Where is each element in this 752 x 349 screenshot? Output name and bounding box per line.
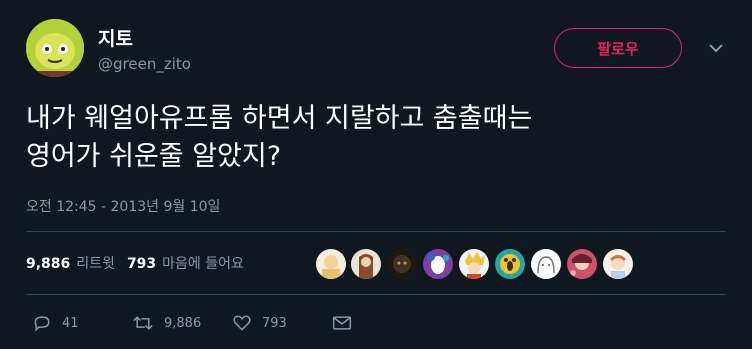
retweet-count[interactable]: 9,886 [26,256,70,272]
liker-avatar[interactable] [423,249,453,279]
chevron-down-icon[interactable] [706,40,726,56]
retweet-button[interactable]: 9,886 [132,313,232,333]
liker-avatar[interactable] [387,249,417,279]
like-action-count: 793 [262,315,287,331]
liker-avatar[interactable] [567,249,597,279]
tweet-text-line: 내가 웨얼아유프롬 하면서 지랄하고 춤출때는 [26,103,533,134]
avatar[interactable] [26,19,84,77]
liker-avatar[interactable] [351,249,381,279]
follow-button-label: 팔로우 [597,39,639,58]
retweet-icon [133,316,153,330]
follow-button[interactable]: 팔로우 [554,28,682,68]
tweet-actions: 41 9,886 793 [32,313,362,333]
like-label[interactable]: 마음에 들어요 [162,253,244,273]
like-count[interactable]: 793 [127,256,156,272]
like-button[interactable]: 793 [232,313,332,333]
retweet-label[interactable]: 리트윗 [76,253,115,273]
message-button[interactable] [332,314,362,332]
tweet-text: 내가 웨얼아유프롬 하면서 지랄하고 춤출때는 영어가 쉬운줄 알았지? [26,100,736,176]
liker-avatar[interactable] [459,249,489,279]
envelope-icon [332,316,352,330]
tweet-text-line: 영어가 쉬운줄 알았지? [26,141,282,172]
divider [26,294,726,295]
display-name[interactable]: 지토 [98,24,133,51]
tweet-stats: 9,886 리트윗 793 마음에 들어요 [26,253,256,273]
reply-icon [34,316,50,332]
heart-icon [233,315,251,331]
divider [26,231,726,232]
reply-count: 41 [62,315,79,331]
tweet-timestamp[interactable]: 오전 12:45 - 2013년 9월 10일 [26,196,220,216]
retweet-action-count: 9,886 [164,315,202,331]
liker-avatar[interactable] [603,249,633,279]
liker-avatar[interactable] [495,249,525,279]
reply-button[interactable]: 41 [32,313,132,333]
liker-avatar[interactable] [531,249,561,279]
liker-avatar[interactable] [316,249,346,279]
user-handle[interactable]: @green_zito [98,55,191,73]
